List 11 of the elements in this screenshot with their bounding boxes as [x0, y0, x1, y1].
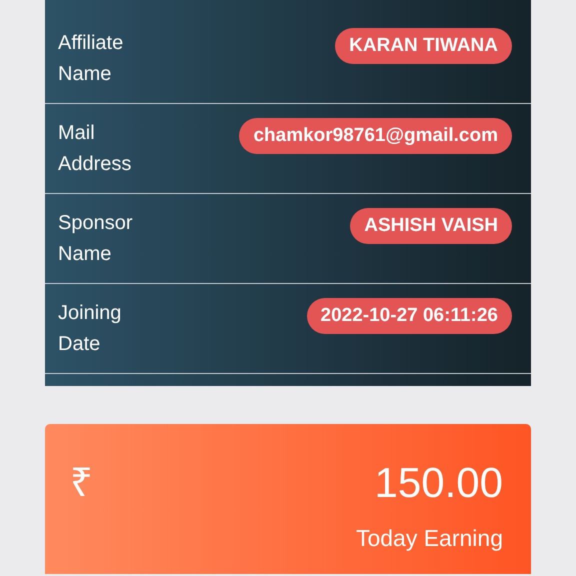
- value-badge: KARAN TIWANA: [335, 28, 512, 64]
- earning-caption: Today Earning: [356, 524, 503, 553]
- value-badge: chamkor98761@gmail.com: [239, 118, 512, 154]
- field-label: Mail Address: [58, 121, 132, 177]
- field-label: Affiliate Name: [58, 31, 124, 87]
- field-label: Joining Date: [58, 301, 122, 357]
- value-badge: 2022-10-27 06:11:26: [306, 298, 512, 334]
- earning-amount: 150.00: [374, 458, 503, 508]
- currency-symbol: ₹: [70, 460, 93, 507]
- field-label: Sponsor Name: [58, 211, 134, 267]
- value-badge: ASHISH VAISH: [350, 208, 512, 244]
